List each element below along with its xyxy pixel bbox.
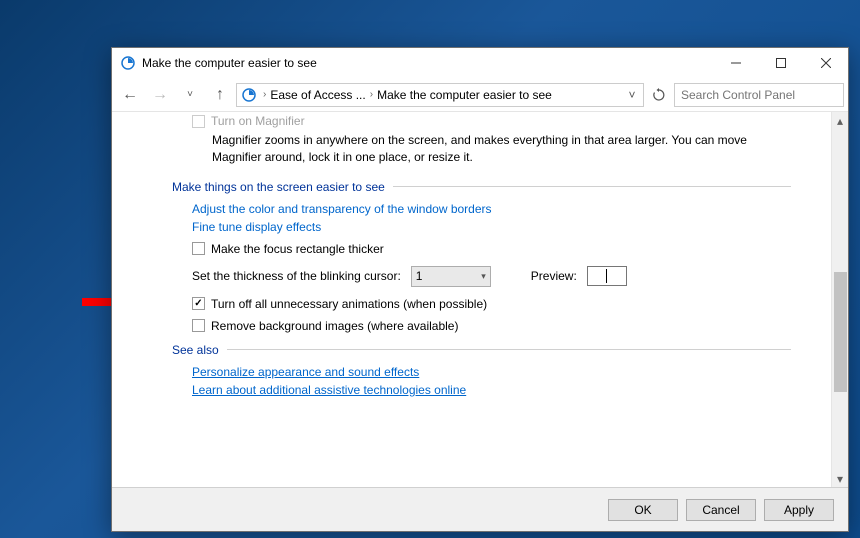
- forward-button[interactable]: →: [146, 82, 174, 108]
- breadcrumb-item-ease[interactable]: Ease of Access ...: [270, 88, 365, 102]
- link-window-border-colors[interactable]: Adjust the color and transparency of the…: [192, 202, 791, 216]
- cursor-thickness-row: Set the thickness of the blinking cursor…: [192, 266, 791, 287]
- up-button[interactable]: ↑: [206, 82, 234, 108]
- ok-button[interactable]: OK: [608, 499, 678, 521]
- cursor-thickness-dropdown[interactable]: 1 ▾: [411, 266, 491, 287]
- control-panel-icon: [241, 87, 257, 103]
- link-assistive-tech[interactable]: Learn about additional assistive technol…: [192, 383, 791, 397]
- cursor-thickness-value: 1: [416, 269, 423, 283]
- control-panel-icon: [120, 55, 136, 71]
- refresh-button[interactable]: [646, 83, 672, 107]
- content-area: Turn on Magnifier Magnifier zooms in any…: [112, 112, 831, 487]
- turn-off-animations-row: Turn off all unnecessary animations (whe…: [192, 297, 791, 311]
- navbar: ← → ˅ ↑ › Ease of Access ... › Make the …: [112, 78, 848, 112]
- magnifier-label: Turn on Magnifier: [211, 114, 305, 128]
- titlebar: Make the computer easier to see: [112, 48, 848, 78]
- scrollbar-thumb[interactable]: [834, 272, 847, 392]
- chevron-right-icon: ›: [263, 89, 266, 100]
- turn-off-animations-label: Turn off all unnecessary animations (whe…: [211, 297, 487, 311]
- remove-background-checkbox[interactable]: [192, 319, 205, 332]
- scroll-down-icon[interactable]: ▾: [832, 470, 848, 487]
- dialog-footer: OK Cancel Apply: [112, 487, 848, 531]
- link-display-effects[interactable]: Fine tune display effects: [192, 220, 791, 234]
- vertical-scrollbar[interactable]: ▴ ▾: [831, 112, 848, 487]
- focus-rectangle-row: Make the focus rectangle thicker: [192, 242, 791, 256]
- magnifier-checkbox[interactable]: [192, 115, 205, 128]
- focus-rectangle-label: Make the focus rectangle thicker: [211, 242, 384, 256]
- link-personalize[interactable]: Personalize appearance and sound effects: [192, 365, 791, 379]
- cancel-button[interactable]: Cancel: [686, 499, 756, 521]
- breadcrumb-dropdown[interactable]: ˅: [623, 88, 641, 102]
- search-input[interactable]: [674, 83, 844, 107]
- chevron-right-icon: ›: [370, 89, 373, 100]
- maximize-button[interactable]: [758, 48, 803, 78]
- window-controls: [713, 48, 848, 78]
- section-make-things: Make things on the screen easier to see: [172, 180, 791, 194]
- window-title: Make the computer easier to see: [142, 56, 317, 70]
- close-button[interactable]: [803, 48, 848, 78]
- turn-off-animations-checkbox[interactable]: [192, 297, 205, 310]
- scroll-up-icon[interactable]: ▴: [832, 112, 848, 129]
- remove-background-row: Remove background images (where availabl…: [192, 319, 791, 333]
- chevron-down-icon: ▾: [481, 271, 486, 282]
- focus-rectangle-checkbox[interactable]: [192, 242, 205, 255]
- preview-label: Preview:: [531, 269, 577, 283]
- breadcrumb-item-current[interactable]: Make the computer easier to see: [377, 88, 552, 102]
- cursor-thickness-label: Set the thickness of the blinking cursor…: [192, 269, 401, 283]
- section-see-also: See also: [172, 343, 791, 357]
- cursor-preview: [587, 266, 627, 286]
- magnifier-checkbox-row: Turn on Magnifier: [192, 114, 791, 128]
- minimize-button[interactable]: [713, 48, 758, 78]
- back-button[interactable]: ←: [116, 82, 144, 108]
- control-panel-window: Make the computer easier to see ← → ˅ ↑: [111, 47, 849, 532]
- breadcrumb[interactable]: › Ease of Access ... › Make the computer…: [236, 83, 644, 107]
- remove-background-label: Remove background images (where availabl…: [211, 319, 458, 333]
- recent-locations-button[interactable]: ˅: [176, 82, 204, 108]
- apply-button[interactable]: Apply: [764, 499, 834, 521]
- magnifier-description: Magnifier zooms in anywhere on the scree…: [212, 132, 791, 166]
